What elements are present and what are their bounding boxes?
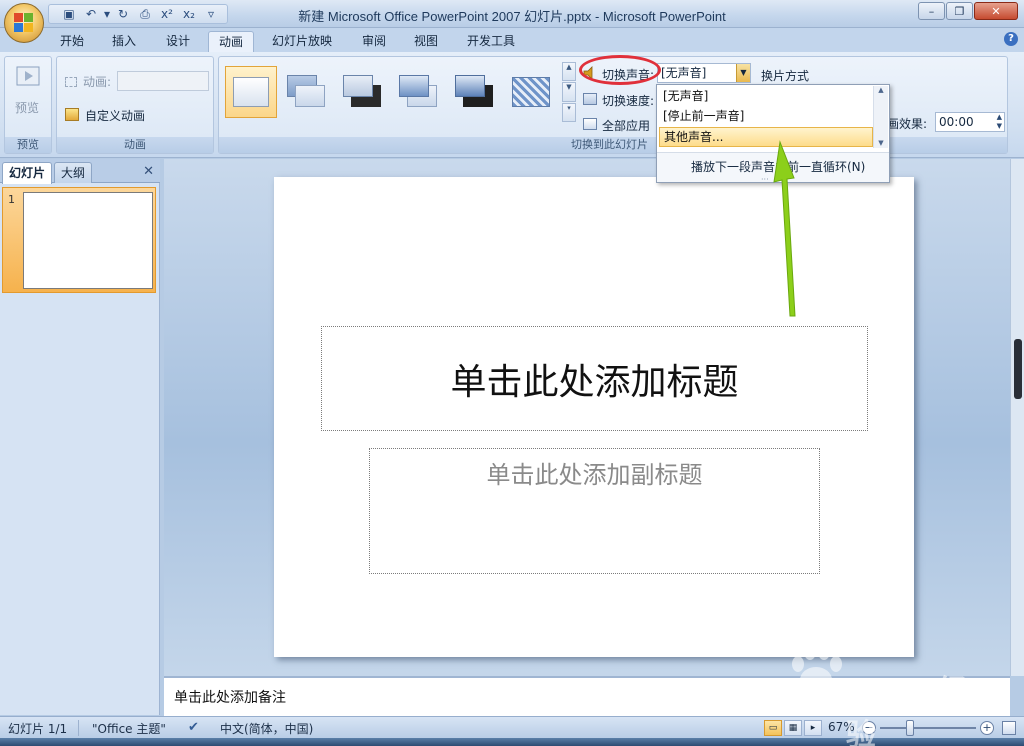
preview-icon (16, 66, 40, 86)
annotation-green-arrow (773, 140, 796, 317)
pane-tabs: 幻灯片 大纲 ✕ (0, 159, 160, 184)
pane-close-icon[interactable]: ✕ (143, 164, 154, 179)
loop-checkbox[interactable] (667, 160, 679, 172)
dropdown-item-stop-previous[interactable]: [停止前一声音] (659, 106, 873, 126)
group-animation: 动画: 自定义动画 动画 (56, 56, 214, 154)
ribbon-tab-row: 开始 插入 设计 动画 幻灯片放映 审阅 视图 开发工具 ? (0, 28, 1024, 52)
effect-label: 画效果: (887, 117, 928, 131)
zoom-in-icon[interactable]: + (980, 721, 994, 735)
baidu-watermark: Baidu经验 jingyan.baidu.com (786, 636, 976, 746)
slide-thumbnail-number: 1 (8, 193, 15, 206)
transition-dissolve-thumb (512, 77, 550, 107)
gallery-up-icon[interactable]: ▲ (562, 62, 576, 82)
spinner-arrows-icon[interactable]: ▲ ▼ (997, 113, 1002, 131)
transition-cut-tile[interactable] (393, 66, 445, 118)
tab-animation[interactable]: 动画 (208, 31, 254, 52)
spellcheck-icon[interactable]: ✔ (188, 720, 199, 735)
normal-view-icon[interactable]: ▭ (764, 720, 782, 736)
transition-black-tile[interactable] (337, 66, 389, 118)
apply-all-button[interactable]: 全部应用 (581, 115, 657, 135)
transition-dissolve-tile[interactable] (505, 66, 557, 118)
scroll-down-icon[interactable]: ▼ (874, 139, 888, 147)
transition-cut-thumb (399, 75, 439, 109)
group-label-preview: 预览 (5, 137, 51, 153)
transition-fade-tile[interactable] (281, 66, 333, 118)
speed-label: 切换速度: (602, 94, 655, 108)
custom-animation-icon (65, 108, 79, 121)
slides-pane: 幻灯片 大纲 ✕ 1 (0, 159, 160, 715)
language-status[interactable]: 中文(简体，中国) (220, 720, 313, 737)
transition-none-thumb (233, 77, 269, 107)
animation-label: 动画: (83, 75, 112, 89)
minimize-button[interactable]: – (918, 2, 945, 20)
tab-view[interactable]: 视图 (404, 31, 448, 52)
animation-select[interactable] (117, 71, 209, 91)
slide-canvas[interactable]: 单击此处添加标题 单击此处添加副标题 (274, 177, 914, 657)
subtitle-placeholder[interactable]: 单击此处添加副标题 (369, 448, 820, 574)
annotation-red-circle (579, 55, 661, 85)
tab-design[interactable]: 设计 (156, 31, 200, 52)
baidu-paw-icon (792, 644, 842, 693)
speed-icon (583, 93, 597, 105)
transition-none-tile[interactable] (225, 66, 277, 118)
apply-all-icon (583, 118, 597, 130)
title-placeholder[interactable]: 单击此处添加标题 (321, 326, 868, 431)
time-value: 00:00 (939, 115, 974, 129)
tab-insert[interactable]: 插入 (102, 31, 146, 52)
fit-window-icon[interactable] (1002, 721, 1016, 735)
restore-button[interactable]: ❐ (946, 2, 973, 20)
window-controls: – ❐ ✕ (918, 2, 1018, 20)
tab-review[interactable]: 审阅 (352, 31, 396, 52)
preview-button[interactable]: 预览 (9, 61, 49, 119)
scroll-up-icon[interactable]: ▲ (874, 86, 888, 94)
close-button[interactable]: ✕ (974, 2, 1018, 20)
animation-icon (65, 77, 77, 87)
sound-select-arrow-icon[interactable]: ▼ (736, 64, 750, 82)
slide-thumbnail-item[interactable]: 1 (2, 187, 156, 293)
status-divider (78, 720, 79, 736)
transition-cut-black-thumb (455, 75, 495, 109)
vertical-scrollbar[interactable] (1010, 159, 1024, 676)
watermark-url: jingyan.baidu.com (872, 698, 965, 709)
slide-sorter-view-icon[interactable]: ▦ (784, 720, 802, 736)
tab-slides[interactable]: 幻灯片 (2, 162, 53, 184)
transition-fade-thumb (287, 75, 327, 109)
sound-select-value: [无声音] (661, 66, 707, 80)
sound-select[interactable]: [无声音] ▼ (657, 63, 751, 83)
time-spinner[interactable]: 00:00 ▲ ▼ (935, 112, 1005, 132)
slide-count-status: 幻灯片 1/1 (8, 722, 68, 736)
transition-black-thumb (343, 75, 383, 109)
theme-status: "Office 主题" (92, 722, 166, 736)
tab-slideshow[interactable]: 幻灯片放映 (262, 31, 342, 52)
dropdown-scrollbar[interactable]: ▲ ▼ (873, 86, 888, 148)
notes-placeholder[interactable]: 单击此处添加备注 (174, 687, 286, 707)
window-title: 新建 Microsoft Office PowerPoint 2007 幻灯片.… (298, 9, 726, 24)
group-preview: 预览 预览 (4, 56, 52, 154)
gallery-scroll: ▲ ▼ ▾ (562, 62, 576, 122)
switch-mode-label: 换片方式 (761, 69, 810, 83)
gallery-down-icon[interactable]: ▼ (562, 82, 576, 102)
slideshow-view-icon[interactable]: ▸ (804, 720, 822, 736)
title-bar: ▣ ↶ ▾ ↻ ⎙ x² x₂ ▿ 新建 Microsoft Office Po… (0, 0, 1024, 43)
slide-thumbnail[interactable] (23, 192, 153, 289)
custom-animation-button[interactable]: 自定义动画 (63, 105, 173, 125)
gallery-more-icon[interactable]: ▾ (562, 102, 576, 122)
scroll-thumb[interactable] (1014, 339, 1022, 399)
slide-editing-area: 单击此处添加标题 单击此处添加副标题 (164, 159, 1010, 676)
tab-developer[interactable]: 开发工具 (458, 31, 524, 52)
dropdown-item-no-sound[interactable]: [无声音] (659, 86, 873, 106)
office-logo-icon (14, 13, 34, 33)
tab-outline[interactable]: 大纲 (54, 162, 93, 183)
office-button[interactable] (4, 3, 44, 43)
transition-cut-black-tile[interactable] (449, 66, 501, 118)
tab-home[interactable]: 开始 (50, 31, 94, 52)
help-icon[interactable]: ? (1004, 32, 1018, 46)
group-label-animation: 动画 (57, 137, 213, 153)
